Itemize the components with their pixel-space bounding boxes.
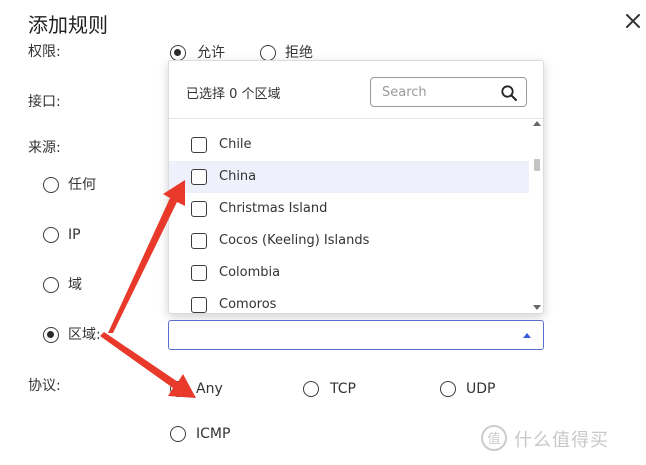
- watermark-logo-icon: 值: [481, 425, 507, 451]
- region-item-label: Comoros: [219, 297, 277, 312]
- protocol-tcp-radio[interactable]: [303, 381, 319, 397]
- region-item-label: Christmas Island: [219, 201, 328, 216]
- region-item-label: China: [219, 169, 257, 184]
- selected-count-text: 已选择 0 个区域: [186, 87, 281, 102]
- protocol-udp-radio[interactable]: [440, 381, 456, 397]
- region-checkbox[interactable]: [191, 201, 207, 217]
- region-item-china[interactable]: China: [169, 161, 529, 193]
- protocol-icmp-label: ICMP: [196, 426, 231, 442]
- region-checkbox[interactable]: [191, 233, 207, 249]
- region-item-label: Colombia: [219, 265, 281, 280]
- protocol-udp-label: UDP: [466, 381, 496, 397]
- source-any-label: 任何: [68, 177, 96, 193]
- svg-text:值: 值: [487, 431, 500, 447]
- protocol-any-radio[interactable]: [170, 381, 186, 397]
- source-region-label: 区域:: [68, 327, 101, 343]
- watermark-text: 什么值得买: [514, 430, 609, 451]
- region-list-scrollbar[interactable]: [531, 119, 543, 313]
- region-item-colombia[interactable]: Colombia: [169, 257, 529, 289]
- scroll-down-icon[interactable]: [533, 305, 541, 310]
- region-item-label: Chile: [219, 137, 252, 152]
- watermark: 值 什么值得买: [480, 424, 640, 454]
- region-checkbox[interactable]: [191, 265, 207, 281]
- scroll-up-icon[interactable]: [533, 121, 541, 126]
- protocol-icmp-radio[interactable]: [170, 426, 186, 442]
- source-any-radio[interactable]: [43, 177, 59, 193]
- region-item-chile[interactable]: Chile: [169, 129, 529, 161]
- protocol-tcp-label: TCP: [330, 381, 356, 397]
- region-list: Chile China Christmas Island Cocos (Keel…: [169, 119, 529, 313]
- region-checkbox[interactable]: [191, 137, 207, 153]
- region-item-christmas-island[interactable]: Christmas Island: [169, 193, 529, 225]
- region-search-box: [370, 77, 527, 107]
- search-icon[interactable]: [500, 84, 518, 102]
- region-item-label: Cocos (Keeling) Islands: [219, 233, 370, 248]
- dialog-title: 添加规则: [28, 13, 108, 37]
- protocol-any-label: Any: [196, 381, 223, 397]
- interface-label: 接口:: [28, 94, 61, 110]
- region-item-cocos-islands[interactable]: Cocos (Keeling) Islands: [169, 225, 529, 257]
- source-ip-radio[interactable]: [43, 227, 59, 243]
- source-region-radio[interactable]: [43, 327, 59, 343]
- region-item-comoros[interactable]: Comoros: [169, 289, 529, 313]
- permission-allow-radio[interactable]: [170, 45, 186, 61]
- permission-label: 权限:: [28, 44, 61, 60]
- source-label: 来源:: [28, 140, 61, 156]
- region-search-input[interactable]: [380, 82, 495, 102]
- permission-deny-radio[interactable]: [260, 45, 276, 61]
- scrollbar-thumb[interactable]: [534, 159, 540, 171]
- source-domain-radio[interactable]: [43, 277, 59, 293]
- caret-up-icon[interactable]: [523, 333, 531, 338]
- region-checkbox[interactable]: [191, 297, 207, 313]
- source-domain-label: 域: [68, 277, 82, 293]
- source-ip-label: IP: [68, 227, 81, 243]
- region-dropdown-panel: 已选择 0 个区域 Chile China Christmas Island C…: [168, 60, 544, 314]
- protocol-label: 协议:: [28, 378, 61, 394]
- region-select[interactable]: [168, 320, 544, 350]
- close-icon[interactable]: [623, 10, 643, 32]
- region-checkbox[interactable]: [191, 169, 207, 185]
